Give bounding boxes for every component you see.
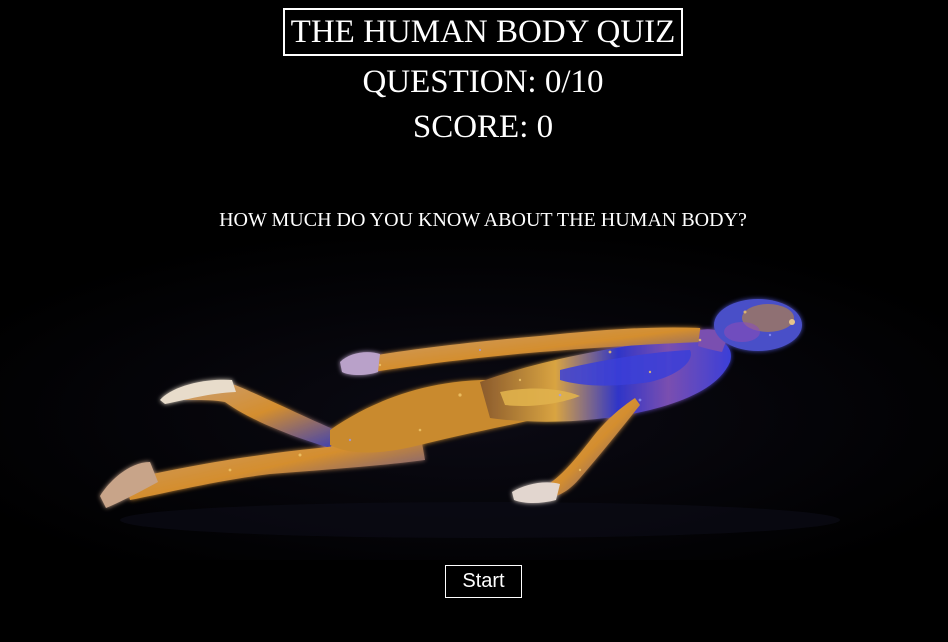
page-title: THE HUMAN BODY QUIZ [283, 8, 683, 56]
intro-question: HOW MUCH DO YOU KNOW ABOUT THE HUMAN BOD… [219, 209, 747, 231]
score-display: SCORE: 0 [412, 109, 554, 145]
floating-human-body-icon [0, 240, 948, 560]
human-body-hero-image [0, 240, 948, 560]
quiz-page: THE HUMAN BODY QUIZ QUESTION: 0/10 SCORE… [0, 0, 948, 642]
question-counter: QUESTION: 0/10 [362, 64, 604, 100]
start-button[interactable]: Start [445, 565, 522, 598]
